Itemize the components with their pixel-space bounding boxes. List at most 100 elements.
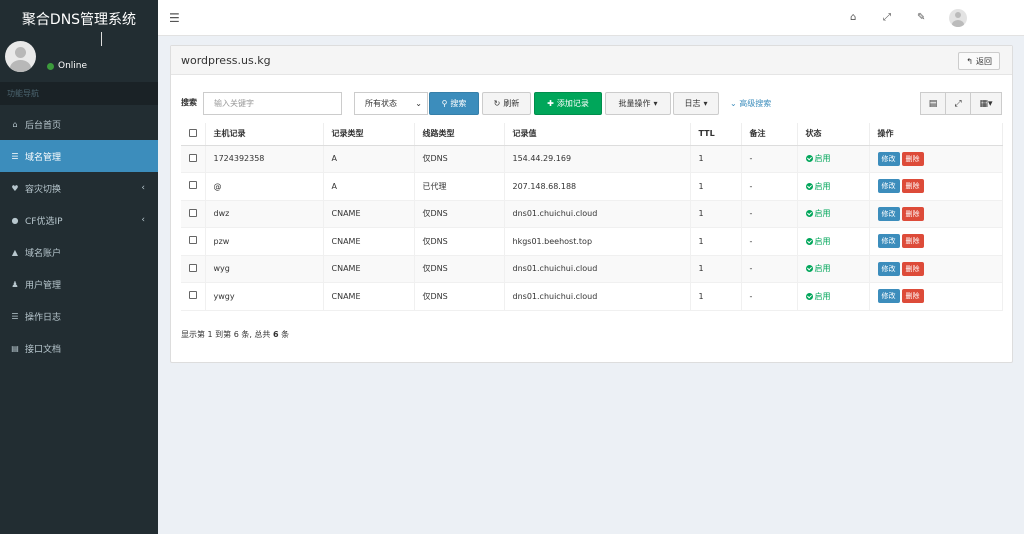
edit-button[interactable]: 修改	[877, 261, 900, 276]
delete-button[interactable]: 删除	[901, 261, 924, 276]
delete-button[interactable]: 删除	[901, 234, 924, 249]
sidebar-item[interactable]: ⌂ 后台首页	[0, 108, 158, 140]
panel-header: wordpress.us.kg ↰ 返回	[171, 46, 1012, 75]
delete-button[interactable]: 删除	[901, 151, 924, 166]
columns-icon[interactable]: ▦▾	[970, 92, 1002, 115]
refresh-button[interactable]: ↻ 刷新	[482, 92, 531, 115]
cell-actions: 修改 删除	[869, 227, 1003, 256]
cell-value: dns01.chuichui.cloud	[504, 255, 691, 283]
cell-note: -	[741, 172, 798, 201]
refresh-icon: ↻	[493, 99, 501, 108]
status-select-value: 所有状态	[365, 99, 397, 108]
row-checkbox[interactable]	[189, 291, 197, 300]
cell-host: wyg	[205, 255, 324, 283]
cell-ttl: 1	[690, 145, 742, 173]
table-row[interactable]: dwz CNAME 仅DNS dns01.chuichui.cloud 1- 启用 修改 删除	[181, 200, 1003, 228]
wrench-icon[interactable]: ✎	[917, 12, 925, 23]
sidebar-item[interactable]: ♟ 用户管理	[0, 268, 158, 300]
sidebar-item[interactable]: ♥ 容灾切换 ‹	[0, 172, 158, 204]
back-button[interactable]: ↰ 返回	[958, 52, 1000, 70]
cell-actions: 修改 删除	[869, 282, 1003, 311]
top-navbar: ☰ ⌂ ⤢ ✎	[158, 0, 1024, 36]
sidebar-item-label: 容灾切换	[25, 184, 62, 195]
col-line[interactable]: 线路类型	[414, 123, 505, 146]
log-button[interactable]: 日志 ▾	[673, 92, 719, 115]
edit-button[interactable]: 修改	[877, 289, 900, 304]
advanced-search-label: 高级搜索	[739, 99, 772, 108]
sidebar-toggle-icon[interactable]: ☰	[169, 11, 180, 25]
edit-button[interactable]: 修改	[877, 206, 900, 221]
table-row[interactable]: pzw CNAME 仅DNS hkgs01.beehost.top 1- 启用 修改 删除	[181, 227, 1003, 256]
sidebar-item[interactable]: ● CF优选IP ‹	[0, 204, 158, 236]
fullscreen-icon[interactable]: ⤢	[883, 12, 891, 23]
sidebar-item[interactable]: ☰ 操作日志	[0, 300, 158, 332]
search-button-label: 搜索	[450, 99, 467, 108]
sidebar-item-label: 后台首页	[25, 120, 62, 131]
batch-ops-button[interactable]: 批量操作 ▾	[605, 92, 671, 115]
col-host[interactable]: 主机记录	[205, 123, 324, 146]
fullscreen-icon[interactable]: ⤢	[945, 92, 971, 115]
row-select-cell	[181, 200, 206, 228]
cell-line: 仅DNS	[414, 200, 505, 228]
cell-note: -	[741, 282, 798, 311]
sidebar-menu: ⌂ 后台首页 ☰ 域名管理 ♥ 容灾切换 ‹ ● CF优选IP ‹ ▲ 域名账户 ♟ 用户管理 ☰ 操作日志 ▤…	[0, 108, 158, 364]
home-icon[interactable]: ⌂	[850, 12, 856, 23]
delete-button[interactable]: 删除	[901, 179, 924, 194]
edit-button[interactable]: 修改	[877, 151, 900, 166]
sidebar-item[interactable]: ▤ 接口文档	[0, 332, 158, 364]
cell-status: 启用	[797, 255, 870, 283]
sidebar-item-label: 域名账户	[25, 248, 62, 259]
col-ttl[interactable]: TTL	[690, 123, 742, 146]
row-checkbox[interactable]	[189, 153, 197, 162]
cell-actions: 修改 删除	[869, 145, 1003, 173]
table-row[interactable]: wyg CNAME 仅DNS dns01.chuichui.cloud 1- 启用 修改 删除	[181, 255, 1003, 283]
cell-ttl: 1	[690, 200, 742, 228]
col-note[interactable]: 备注	[741, 123, 798, 146]
cell-note: -	[741, 200, 798, 228]
col-type[interactable]: 记录类型	[323, 123, 415, 146]
row-checkbox[interactable]	[189, 263, 197, 272]
home-icon: ⌂	[12, 119, 18, 129]
chevron-down-icon: ⌄	[730, 99, 737, 108]
domain-panel: wordpress.us.kg ↰ 返回 搜索 所有状态 ⌄ ⚲ 搜索 ↻ 刷新…	[170, 45, 1013, 363]
advanced-search-link[interactable]: ⌄ 高级搜索	[730, 98, 771, 109]
delete-button[interactable]: 删除	[901, 289, 924, 304]
status-select[interactable]: 所有状态 ⌄	[354, 92, 428, 115]
cell-value: dns01.chuichui.cloud	[504, 282, 691, 311]
search-input[interactable]	[203, 92, 342, 115]
add-record-button[interactable]: ✚ 添加记录	[534, 92, 602, 115]
row-checkbox[interactable]	[189, 236, 197, 245]
user-icon: ♟	[11, 279, 19, 289]
cell-note: -	[741, 255, 798, 283]
check-circle-icon	[805, 182, 813, 190]
list-view-icon[interactable]: ▤	[920, 92, 946, 115]
cell-actions: 修改 删除	[869, 200, 1003, 228]
table-row[interactable]: @ A 已代理 207.148.68.188 1- 启用 修改 删除	[181, 172, 1003, 201]
table-row[interactable]: 1724392358 A 仅DNS 154.44.29.169 1- 启用 修改 删除	[181, 145, 1003, 173]
select-all-checkbox[interactable]	[189, 128, 197, 137]
top-user-avatar[interactable]	[949, 9, 967, 27]
row-checkbox[interactable]	[189, 181, 197, 190]
delete-button[interactable]: 删除	[901, 206, 924, 221]
col-value[interactable]: 记录值	[504, 123, 691, 146]
row-select-cell	[181, 255, 206, 283]
back-label: 返回	[976, 56, 992, 66]
sidebar-item[interactable]: ▲ 域名账户	[0, 236, 158, 268]
sidebar-item[interactable]: ☰ 域名管理	[0, 140, 158, 172]
search-icon: ⚲	[441, 99, 448, 108]
search-button[interactable]: ⚲ 搜索	[429, 92, 479, 115]
edit-button[interactable]: 修改	[877, 179, 900, 194]
user-status-label: Online	[58, 61, 88, 71]
cell-status: 启用	[797, 172, 870, 201]
log-icon: ☰	[11, 311, 19, 321]
check-circle-icon	[805, 210, 813, 218]
status-label: 启用	[814, 209, 831, 219]
col-actions: 操作	[869, 123, 1003, 146]
col-status[interactable]: 状态	[797, 123, 870, 146]
cell-host: dwz	[205, 200, 324, 228]
edit-button[interactable]: 修改	[877, 234, 900, 249]
user-avatar[interactable]	[5, 41, 36, 72]
status-label: 启用	[814, 154, 831, 164]
table-row[interactable]: ywgy CNAME 仅DNS dns01.chuichui.cloud 1- 启用 修改删…	[181, 282, 1003, 311]
row-checkbox[interactable]	[189, 208, 197, 217]
